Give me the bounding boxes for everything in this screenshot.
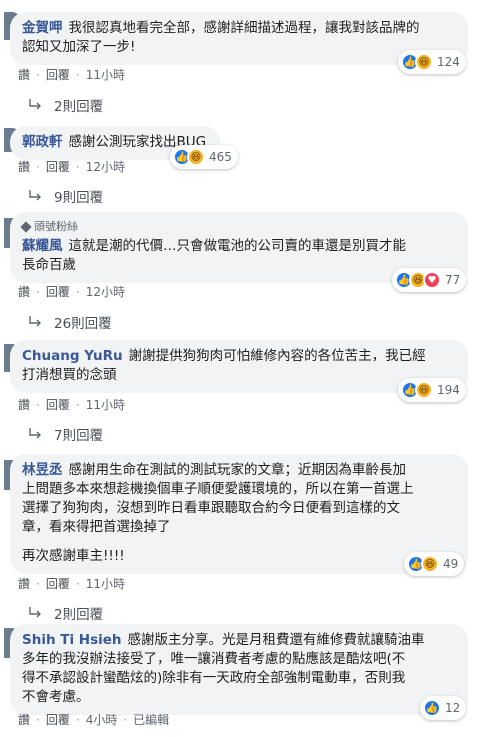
view-replies[interactable]: 2則回覆 bbox=[28, 95, 103, 115]
replies-count-label[interactable]: 9則回覆 bbox=[54, 186, 103, 206]
comment-actions: 讚 · 回覆 · 12小時 bbox=[18, 158, 125, 175]
edited-label[interactable]: 已編輯 bbox=[133, 711, 169, 728]
comment-text-line: 不會考慮。 bbox=[22, 689, 90, 705]
comment-actions: 讚 · 回覆 · 4小時 · 已編輯 bbox=[18, 711, 170, 728]
replies-count-label[interactable]: 26則回覆 bbox=[54, 312, 112, 332]
reply-arrow-icon bbox=[28, 189, 42, 203]
view-replies[interactable]: 7則回覆 bbox=[28, 424, 103, 444]
top-fan-badge: 頭號粉絲 bbox=[20, 217, 456, 236]
reaction-count: 124 bbox=[437, 55, 460, 69]
comment-text-line: 得不承認設計蠻酷炫的)除非有一天政府全部強制電動車，否則我 bbox=[22, 670, 406, 686]
replies-count-label[interactable]: 7則回覆 bbox=[54, 424, 103, 444]
badge-label: 頭號粉絲 bbox=[34, 220, 78, 233]
view-replies[interactable]: 9則回覆 bbox=[28, 186, 103, 206]
haha-reaction-icon: 😆 bbox=[421, 555, 439, 573]
comment-text-line: 上問題多本來想趁機換個車子順便愛護環境的，所以在第一首選上 bbox=[22, 481, 414, 497]
reply-link[interactable]: 回覆 bbox=[46, 66, 70, 83]
comment-text-line: 多年的我沒辦法接受了，唯一讓消費者考慮的點應該是酷炫吧(不 bbox=[22, 651, 406, 667]
comment-actions: 讚 · 回覆 · 11小時 bbox=[18, 575, 125, 592]
reaction-summary[interactable]: 👍 😆 ♥ 77 bbox=[392, 268, 467, 292]
reply-link[interactable]: 回覆 bbox=[46, 283, 70, 300]
like-link[interactable]: 讚 bbox=[18, 158, 30, 175]
comment-actions: 讚 · 回覆 · 11小時 bbox=[18, 66, 125, 83]
comment-text-line: 章，看來得把首選換掉了 bbox=[22, 519, 171, 535]
reaction-summary[interactable]: 👍 😆 124 bbox=[398, 50, 466, 74]
author-name[interactable]: Shih Ti Hsieh bbox=[22, 632, 122, 648]
timestamp[interactable]: 12小時 bbox=[86, 283, 125, 300]
author-name[interactable]: 蘇耀風 bbox=[22, 238, 63, 254]
like-link[interactable]: 讚 bbox=[18, 66, 30, 83]
reply-link[interactable]: 回覆 bbox=[46, 396, 70, 413]
haha-reaction-icon: 😆 bbox=[415, 53, 433, 71]
reaction-summary[interactable]: 👍 12 bbox=[420, 696, 467, 720]
like-link[interactable]: 讚 bbox=[18, 711, 30, 728]
reaction-summary[interactable]: 👍 😆 194 bbox=[398, 378, 466, 402]
like-link[interactable]: 讚 bbox=[18, 283, 30, 300]
timestamp[interactable]: 11小時 bbox=[86, 66, 125, 83]
reply-link[interactable]: 回覆 bbox=[46, 711, 70, 728]
comment-text-line: 選擇了狗狗肉，沒想到昨日看車跟聽取合約今日便看到這樣的文 bbox=[22, 500, 400, 516]
reaction-count: 465 bbox=[209, 150, 232, 164]
reply-arrow-icon bbox=[28, 427, 42, 441]
haha-reaction-icon: 😆 bbox=[415, 381, 433, 399]
author-name[interactable]: Chuang YuRu bbox=[22, 348, 123, 364]
reply-link[interactable]: 回覆 bbox=[46, 158, 70, 175]
reply-link[interactable]: 回覆 bbox=[46, 575, 70, 592]
comment-text-line: 這就是潮的代價…只會做電池的公司賣的車還是別買才能 bbox=[68, 238, 407, 254]
reply-arrow-icon bbox=[28, 606, 42, 620]
like-link[interactable]: 讚 bbox=[18, 575, 30, 592]
comment-text-line: 感謝版主分享。光是月租費還有維修費就讓騎油車 bbox=[127, 632, 425, 648]
comment-bubble: Shih Ti Hsieh 感謝版主分享。光是月租費還有維修費就讓騎油車 多年的我… bbox=[10, 624, 468, 715]
reaction-count: 12 bbox=[445, 701, 461, 715]
timestamp[interactable]: 11小時 bbox=[86, 575, 125, 592]
love-reaction-icon: ♥ bbox=[423, 271, 441, 289]
reaction-count: 77 bbox=[445, 273, 461, 287]
author-name[interactable]: 金賀呷 bbox=[22, 20, 63, 36]
comment-text-line: 感謝用生命在測試的測試玩家的文章；近期因為車齡長加 bbox=[68, 462, 407, 478]
replies-count-label[interactable]: 2則回覆 bbox=[54, 603, 103, 623]
diamond-icon bbox=[20, 220, 32, 233]
comment-text-line: 謝謝提供狗狗肉可怕維修內容的各位苦主，我已經 bbox=[128, 348, 426, 364]
comment-bubble: 林昱丞 感謝用生命在測試的測試玩家的文章；近期因為車齡長加 上問題多本來想趁機換個… bbox=[10, 454, 468, 574]
replies-count-label[interactable]: 2則回覆 bbox=[54, 95, 103, 115]
comment-text-line: 再次感謝車主!!!! bbox=[22, 548, 125, 564]
reaction-count: 194 bbox=[437, 383, 460, 397]
author-name[interactable]: 郭政軒 bbox=[22, 134, 63, 150]
comment-text-line: 長命百歲 bbox=[22, 257, 76, 273]
reaction-summary[interactable]: 👍 😆 465 bbox=[170, 145, 238, 169]
view-replies[interactable]: 26則回覆 bbox=[28, 312, 112, 332]
timestamp[interactable]: 12小時 bbox=[86, 158, 125, 175]
reaction-count: 49 bbox=[443, 557, 459, 571]
like-link[interactable]: 讚 bbox=[18, 396, 30, 413]
timestamp[interactable]: 4小時 bbox=[86, 711, 118, 728]
reaction-summary[interactable]: 👍 😆 49 bbox=[404, 552, 465, 576]
reply-arrow-icon bbox=[28, 315, 42, 329]
comment-actions: 讚 · 回覆 · 11小時 bbox=[18, 396, 125, 413]
comment-text-line: 打消想買的念頭 bbox=[22, 367, 117, 383]
timestamp[interactable]: 11小時 bbox=[86, 396, 125, 413]
view-replies[interactable]: 2則回覆 bbox=[28, 603, 103, 623]
comment-text-line: 認知又加深了一步! bbox=[22, 39, 136, 55]
comment-text-line: 我很認真地看完全部，感謝詳細描述過程，讓我對該品牌的 bbox=[68, 20, 420, 36]
author-name[interactable]: 林昱丞 bbox=[22, 462, 63, 478]
haha-reaction-icon: 😆 bbox=[187, 148, 205, 166]
comment-actions: 讚 · 回覆 · 12小時 bbox=[18, 283, 125, 300]
reply-arrow-icon bbox=[28, 98, 42, 112]
like-reaction-icon: 👍 bbox=[423, 699, 441, 717]
